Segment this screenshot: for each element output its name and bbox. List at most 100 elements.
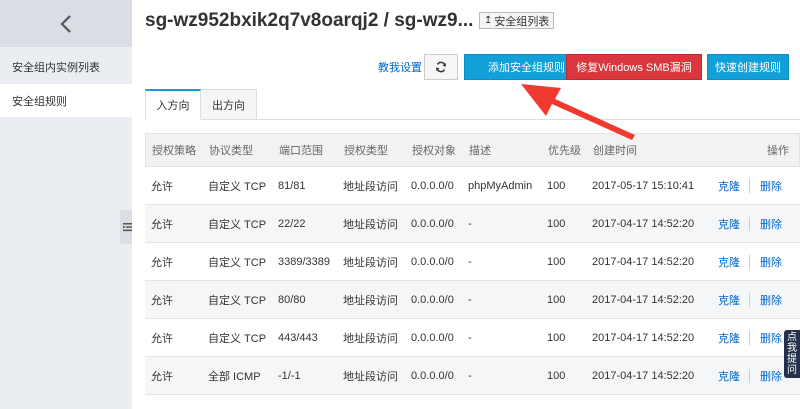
delete-link[interactable]: 删除 [760,167,782,204]
cell-object: 0.0.0.0/0 [411,255,454,268]
collapse-icon [122,223,132,232]
refresh-icon [436,61,446,73]
cell-protocol: 自定义 TCP [208,256,267,269]
cell-auth-type: 地址段访问 [343,370,398,383]
cell-object: 0.0.0.0/0 [411,217,454,230]
table-row: 允许 自定义 TCP 81/81 地址段访问 0.0.0.0/0 phpMyAd… [145,167,800,205]
arrow-up-icon: ↥ [484,15,493,26]
divider [749,217,750,231]
divider [749,293,750,307]
ask-question-tab[interactable]: 点我提问 [784,330,800,378]
back-button[interactable] [0,0,132,47]
cell-priority: 100 [547,255,566,268]
divider [749,369,750,383]
delete-link[interactable]: 删除 [760,319,782,356]
column-header: 协议类型 [209,145,253,157]
cell-created: 2017-04-17 14:52:20 [592,217,695,230]
delete-link[interactable]: 删除 [760,357,782,394]
cell-port: 22/22 [278,217,306,230]
clone-link[interactable]: 克隆 [718,357,740,394]
cell-priority: 100 [547,179,566,192]
cell-object: 0.0.0.0/0 [411,369,454,382]
cell-created: 2017-04-17 14:52:20 [592,255,695,268]
cell-policy: 允许 [151,180,173,193]
clone-link[interactable]: 克隆 [718,319,740,356]
cell-created: 2017-04-17 14:52:20 [592,331,695,344]
column-header: 创建时间 [593,145,637,157]
cell-description: phpMyAdmin [468,179,533,192]
table-row: 允许 全部 ICMP -1/-1 地址段访问 0.0.0.0/0 - 100 2… [145,357,800,395]
cell-priority: 100 [547,293,566,306]
table-header: 授权策略 协议类型 端口范围 授权类型 授权对象 描述 优先级 创建时间 操作 [145,133,800,167]
fix-windows-smb-button[interactable]: 修复Windows SMB漏洞 [566,54,702,80]
direction-tabs: 入方向 出方向 [145,89,800,120]
quick-create-rule-button[interactable]: 快速创建规则 [707,54,789,80]
delete-link[interactable]: 删除 [760,243,782,280]
cell-protocol: 全部 ICMP [208,370,261,383]
divider [749,331,750,345]
cell-protocol: 自定义 TCP [208,332,267,345]
cell-policy: 允许 [151,256,173,269]
cell-object: 0.0.0.0/0 [411,293,454,306]
cell-port: 3389/3389 [278,255,330,268]
column-header: 优先级 [548,145,581,157]
cell-priority: 100 [547,369,566,382]
delete-link[interactable]: 删除 [760,205,782,242]
cell-created: 2017-05-17 15:10:41 [592,179,695,192]
cell-created: 2017-04-17 14:52:20 [592,293,695,306]
table-row: 允许 自定义 TCP 80/80 地址段访问 0.0.0.0/0 - 100 2… [145,281,800,319]
sidebar-item-instances[interactable]: 安全组内实例列表 [0,50,132,83]
cell-auth-type: 地址段访问 [343,256,398,269]
cell-auth-type: 地址段访问 [343,180,398,193]
column-header: 授权对象 [412,145,456,157]
cell-object: 0.0.0.0/0 [411,331,454,344]
sidebar: 安全组内实例列表 安全组规则 [0,0,134,409]
cell-description: - [468,293,472,306]
clone-link[interactable]: 克隆 [718,205,740,242]
refresh-button[interactable] [424,54,458,80]
clone-link[interactable]: 克隆 [718,243,740,280]
clone-link[interactable]: 克隆 [718,281,740,318]
tab-outbound[interactable]: 出方向 [201,89,257,120]
cell-description: - [468,217,472,230]
tutorial-link[interactable]: 教我设置 [378,59,422,75]
page-title: sg-wz952bxik2q7v8oarqj2 / sg-wz9... [145,10,474,31]
cell-port: -1/-1 [278,369,301,382]
cell-protocol: 自定义 TCP [208,294,267,307]
cell-port: 443/443 [278,331,318,344]
rules-table: 授权策略 协议类型 端口范围 授权类型 授权对象 描述 优先级 创建时间 操作 … [145,133,800,395]
cell-auth-type: 地址段访问 [343,332,398,345]
sidebar-item-label: 安全组内实例列表 [12,61,100,74]
cell-priority: 100 [547,217,566,230]
cell-port: 80/80 [278,293,306,306]
cell-description: - [468,331,472,344]
cell-protocol: 自定义 TCP [208,180,267,193]
table-row: 允许 自定义 TCP 22/22 地址段访问 0.0.0.0/0 - 100 2… [145,205,800,243]
column-header: 描述 [469,145,491,157]
cell-created: 2017-04-17 14:52:20 [592,369,695,382]
cell-priority: 100 [547,331,566,344]
cell-auth-type: 地址段访问 [343,218,398,231]
cell-policy: 允许 [151,370,173,383]
divider [749,255,750,269]
cell-policy: 允许 [151,294,173,307]
sidebar-item-rules[interactable]: 安全组规则 [0,84,132,117]
cell-policy: 允许 [151,332,173,345]
cell-policy: 允许 [151,218,173,231]
table-row: 允许 自定义 TCP 3389/3389 地址段访问 0.0.0.0/0 - 1… [145,243,800,281]
clone-link[interactable]: 克隆 [718,167,740,204]
security-group-list-label: 安全组列表 [494,15,550,28]
column-header: 端口范围 [279,145,323,157]
chevron-left-icon [60,14,71,33]
column-header: 授权策略 [152,145,196,157]
cell-auth-type: 地址段访问 [343,294,398,307]
tab-inbound[interactable]: 入方向 [145,89,201,120]
table-row: 允许 自定义 TCP 443/443 地址段访问 0.0.0.0/0 - 100… [145,319,800,357]
delete-link[interactable]: 删除 [760,281,782,318]
security-group-list-button[interactable]: ↥ 安全组列表 [479,12,555,29]
cell-protocol: 自定义 TCP [208,218,267,231]
cell-port: 81/81 [278,179,306,192]
divider [749,179,750,193]
cell-description: - [468,369,472,382]
main-content: sg-wz952bxik2q7v8oarqj2 / sg-wz9... ↥ 安全… [132,0,800,409]
